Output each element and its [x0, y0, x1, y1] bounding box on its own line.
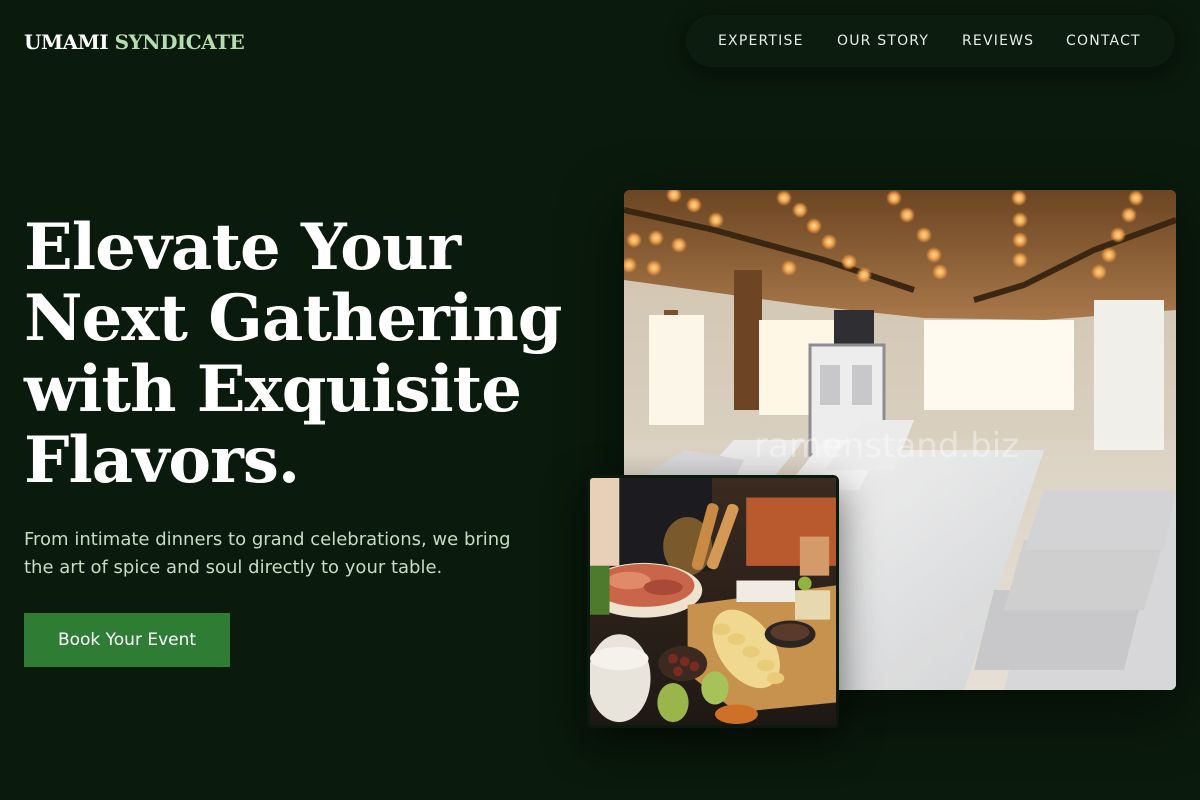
- brand-name-first: UMAMI: [24, 30, 109, 54]
- brand-logo[interactable]: UMAMI SYNDICATE: [24, 30, 245, 54]
- food-platter-image: [587, 475, 839, 728]
- nav-item-expertise[interactable]: EXPERTISE: [718, 33, 804, 49]
- hero-title-line: Next Gathering: [24, 281, 562, 356]
- hero-title-line: Elevate Your: [24, 210, 461, 285]
- watermark-text: ramenstand.biz: [754, 426, 1020, 466]
- hero-subtitle: From intimate dinners to grand celebrati…: [24, 529, 511, 578]
- hero-title: Elevate Your Next Gathering with Exquisi…: [24, 212, 584, 496]
- brand-name-second: SYNDICATE: [114, 30, 245, 54]
- book-event-button[interactable]: Book Your Event: [24, 613, 230, 667]
- hero-title-line: Flavors.: [24, 423, 300, 498]
- main-nav: EXPERTISE OUR STORY REVIEWS CONTACT: [686, 15, 1175, 67]
- nav-item-reviews[interactable]: REVIEWS: [962, 33, 1034, 49]
- hero-title-line: with Exquisite: [24, 352, 522, 427]
- nav-item-our-story[interactable]: OUR STORY: [837, 33, 929, 49]
- nav-item-contact[interactable]: CONTACT: [1066, 33, 1141, 49]
